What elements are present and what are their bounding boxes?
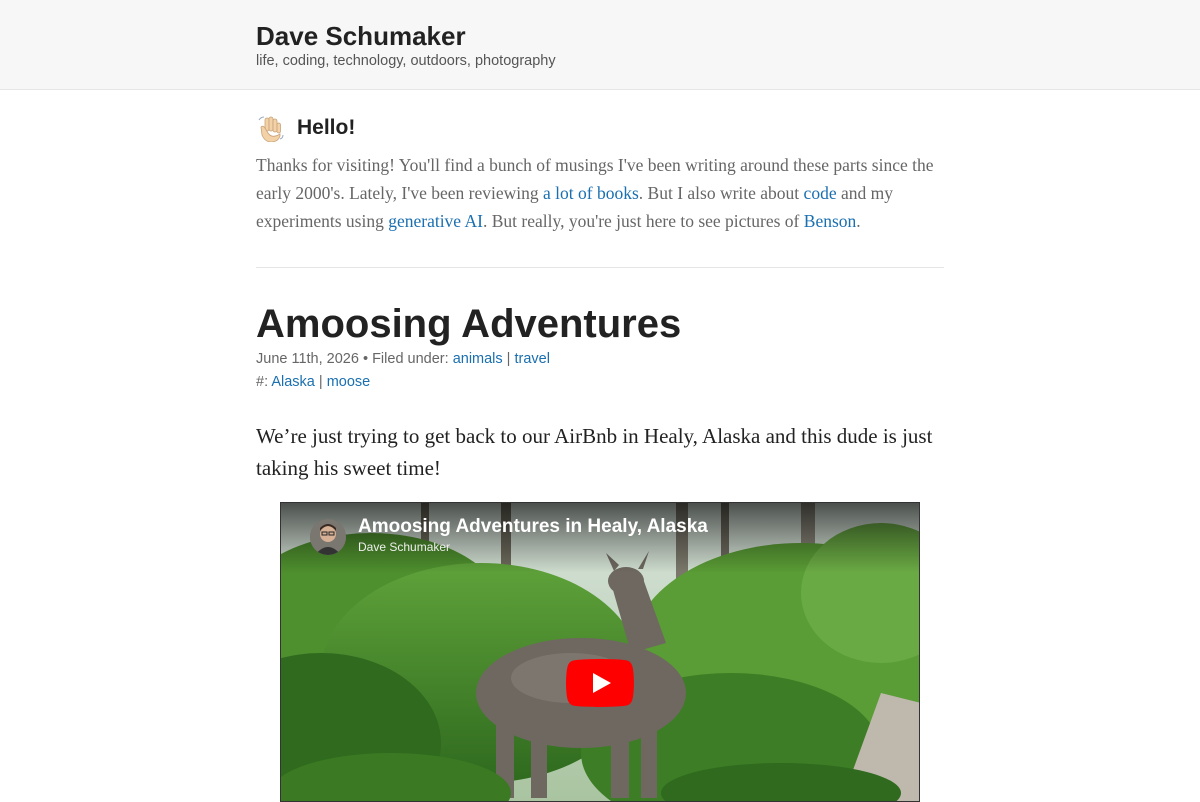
waving-hand-icon xyxy=(258,116,284,142)
post-lede: We’re just trying to get back to our Air… xyxy=(256,424,933,480)
generative-ai-link[interactable]: generative AI xyxy=(388,211,483,231)
hello-heading-text: Hello! xyxy=(297,116,356,139)
video-channel-name[interactable]: Dave Schumaker xyxy=(358,539,450,555)
post-tags: #: Alaska | moose xyxy=(256,373,946,392)
avatar-icon xyxy=(310,519,346,555)
post-date: June 11th, 2026 xyxy=(256,351,359,367)
tags-label: #: xyxy=(256,374,272,390)
tag-link-moose[interactable]: moose xyxy=(327,374,371,390)
hello-text-4: . But really, you're just here to see pi… xyxy=(482,211,804,231)
tag-link-alaska[interactable]: Alaska xyxy=(271,374,315,390)
hello-heading: Hello! xyxy=(256,113,946,143)
category-link-animals[interactable]: animals xyxy=(453,351,503,367)
books-link[interactable]: a lot of books xyxy=(543,183,639,203)
video-embed[interactable]: Amoosing Adventures in Healy, Alaska Dav… xyxy=(280,502,920,802)
post-meta: June 11th, 2026 • Filed under: animals |… xyxy=(256,350,946,369)
category-link-travel[interactable]: travel xyxy=(514,351,549,367)
channel-avatar[interactable] xyxy=(310,519,346,555)
code-link[interactable]: code xyxy=(804,183,837,203)
benson-link[interactable]: Benson xyxy=(804,211,857,231)
filed-under-label: Filed under: xyxy=(372,351,453,367)
site-title-link[interactable]: Dave Schumaker xyxy=(256,20,466,52)
video-title[interactable]: Amoosing Adventures in Healy, Alaska xyxy=(358,515,708,539)
site-tagline: life, coding, technology, outdoors, phot… xyxy=(256,53,556,69)
section-divider xyxy=(256,267,944,268)
blog-post: Amoosing Adventures June 11th, 2026 • Fi… xyxy=(256,300,946,484)
tag-separator: | xyxy=(314,374,327,390)
site-header: Dave Schumaker life, coding, technology,… xyxy=(0,0,1200,90)
hello-text-2: . But I also write about xyxy=(638,183,804,203)
category-separator: | xyxy=(502,351,515,367)
hello-text-5: . xyxy=(856,211,861,231)
hello-section: Hello! Thanks for visiting! You'll find … xyxy=(256,113,946,235)
play-icon[interactable] xyxy=(566,659,634,707)
meta-bullet: • xyxy=(358,351,373,367)
post-title[interactable]: Amoosing Adventures xyxy=(256,300,946,348)
hello-paragraph: Thanks for visiting! You'll find a bunch… xyxy=(256,151,946,235)
